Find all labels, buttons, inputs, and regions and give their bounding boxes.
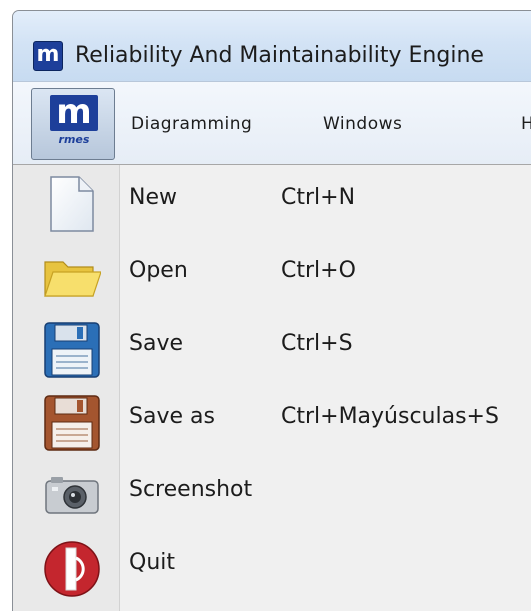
- menu-item-save[interactable]: Save Ctrl+S: [13, 313, 531, 385]
- title-bar: m Reliability And Maintainability Engine: [13, 11, 531, 81]
- quit-icon: [43, 540, 101, 598]
- menu-item-label: Screenshot: [129, 477, 253, 502]
- menu-item-save-as[interactable]: Save as Ctrl+Mayúsculas+S: [13, 386, 531, 458]
- floppy-disk-save-as-icon: [43, 394, 101, 452]
- floppy-disk-icon: [43, 321, 101, 379]
- menu-item-screenshot[interactable]: Screenshot: [13, 459, 531, 531]
- rmes-logo-letter: m: [50, 95, 98, 131]
- menu-item-open[interactable]: Open Ctrl+O: [13, 240, 531, 312]
- rmes-logo-text: rmes: [58, 133, 90, 146]
- camera-icon: [43, 467, 101, 525]
- application-window: m Reliability And Maintainability Engine…: [12, 10, 531, 611]
- menu-item-shortcut: Ctrl+N: [281, 185, 356, 210]
- menu-item-label: Save as: [129, 404, 215, 429]
- app-logo-icon: m: [33, 41, 63, 71]
- file-menu-panel: New Ctrl+N Open Ctrl+O Save Ctrl+S Save …: [13, 164, 531, 611]
- menu-item-label: Open: [129, 258, 188, 283]
- menu-help[interactable]: H: [521, 114, 531, 134]
- menu-item-shortcut: Ctrl+O: [281, 258, 356, 283]
- menu-item-shortcut: Ctrl+S: [281, 331, 353, 356]
- folder-icon: [43, 248, 102, 306]
- menu-diagramming[interactable]: Diagramming: [131, 114, 252, 134]
- new-document-icon: [43, 175, 101, 233]
- menu-item-new[interactable]: New Ctrl+N: [13, 167, 531, 239]
- menu-item-label: Quit: [129, 550, 175, 575]
- rmes-logo-icon: m rmes: [50, 95, 98, 151]
- application-menu-button[interactable]: m rmes: [31, 88, 115, 160]
- menu-item-label: New: [129, 185, 177, 210]
- menu-item-quit[interactable]: Quit: [13, 532, 531, 604]
- menu-bar: m rmes Diagramming Windows H: [13, 81, 531, 165]
- menu-windows[interactable]: Windows: [323, 114, 402, 134]
- window-title: Reliability And Maintainability Engine: [75, 43, 484, 68]
- menu-item-shortcut: Ctrl+Mayúsculas+S: [281, 404, 499, 429]
- menu-item-label: Save: [129, 331, 184, 356]
